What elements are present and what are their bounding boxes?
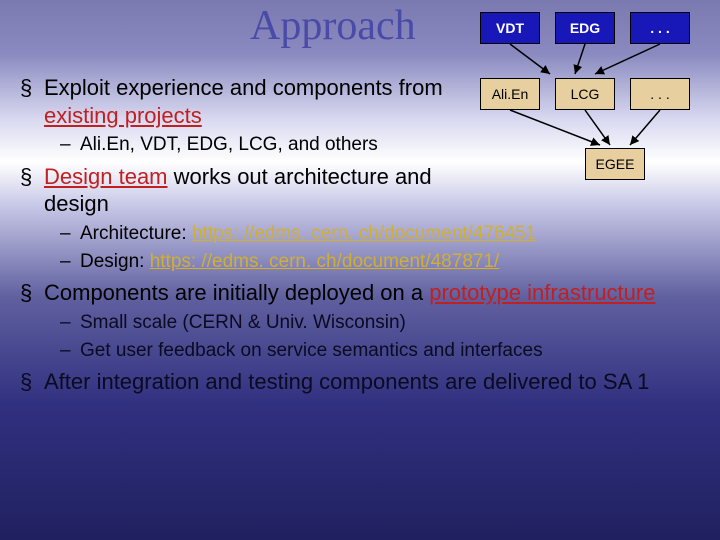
bullet-2-red: Design team (44, 164, 168, 189)
bullet-3: Components are initially deployed on a p… (20, 279, 700, 307)
bullet-3-red: prototype infrastructure (429, 280, 655, 305)
bullet-2-sub-1-pre: Architecture: (80, 223, 192, 244)
bullet-4: After integration and testing components… (20, 368, 700, 396)
diagram-box-edg: EDG (555, 12, 615, 44)
bullet-2-sub-2: Design: https: //edms. cern. ch/document… (20, 250, 700, 274)
bullet-2-sub-1: Architecture: https: //edms. cern. ch/do… (20, 222, 700, 246)
bullet-2-sub-1-link[interactable]: https: //edms. cern. ch/document/476451 (192, 223, 536, 244)
content: Exploit experience and components from e… (20, 70, 700, 398)
bullet-2: Design team works out architecture and d… (20, 163, 484, 218)
bullet-2-sub-2-pre: Design: (80, 251, 150, 272)
bullet-1-red: existing projects (44, 103, 202, 128)
diagram-box-vdt: VDT (480, 12, 540, 44)
slide-title: Approach (250, 2, 416, 50)
bullet-2-sub-2-link[interactable]: https: //edms. cern. ch/document/487871/ (150, 251, 500, 272)
bullet-3-sub-2: Get user feedback on service semantics a… (20, 339, 700, 363)
bullet-1-sub-1: Ali.En, VDT, EDG, LCG, and others (20, 133, 700, 157)
bullet-1: Exploit experience and components from e… (20, 74, 484, 129)
slide: Approach VDT EDG . . . Ali.En LCG . . . … (0, 0, 720, 540)
bullet-3-text: Components are initially deployed on a (44, 280, 429, 305)
bullet-1-text: Exploit experience and components from (44, 75, 443, 100)
bullet-3-sub-1: Small scale (CERN & Univ. Wisconsin) (20, 311, 700, 335)
diagram-box-dots1: . . . (630, 12, 690, 44)
